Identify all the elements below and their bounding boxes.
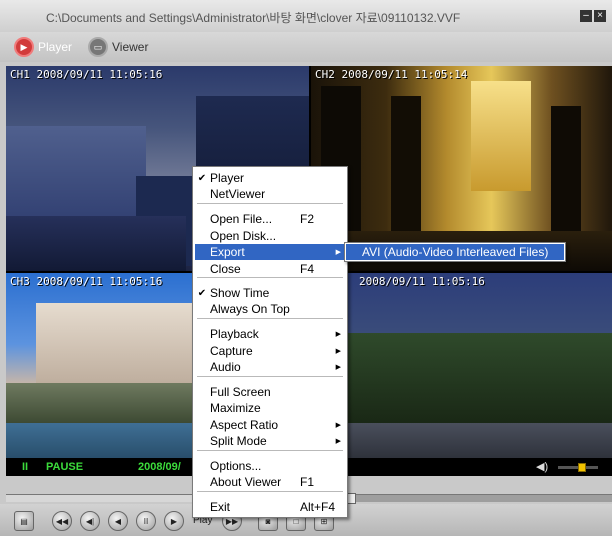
submenu-arrow-icon: ▶ [335, 331, 341, 338]
menu-item-label: Capture [210, 344, 253, 358]
step-back-icon: ◀| [85, 516, 95, 526]
open-folder-button[interactable]: ▤ [14, 511, 34, 531]
menu-item-split-mode[interactable]: Split Mode ▶ [195, 433, 345, 449]
menu-item-full-screen[interactable]: Full Screen [195, 384, 345, 400]
menu-separator [197, 376, 343, 377]
pause-icon: II [143, 516, 149, 526]
submenu-arrow-icon: ▶ [335, 348, 341, 355]
menu-separator [197, 491, 343, 492]
playback-state: PAUSE [46, 461, 84, 473]
menu-separator [197, 450, 343, 451]
minimize-button[interactable]: – [580, 10, 592, 22]
camera-label-4: 2008/09/11 11:05:16 [359, 275, 485, 288]
camera-label-2: CH2 2008/09/11 11:05:14 [315, 68, 468, 81]
checkmark-icon: ✔ [197, 172, 207, 184]
play-reverse-button[interactable]: ◀ [108, 511, 128, 531]
menu-item-options[interactable]: Options... [195, 458, 345, 474]
menu-item-audio[interactable]: Audio ▶ [195, 359, 345, 375]
menu-item-about-viewer[interactable]: About Viewer F1 [195, 474, 345, 490]
menu-item-label: Open File... [210, 212, 273, 226]
folder-icon: ▤ [20, 516, 28, 526]
menu-item-always-on-top[interactable]: Always On Top [195, 301, 345, 317]
trees [311, 333, 612, 433]
menu-item-label: Close [210, 262, 241, 276]
camera-tile-2[interactable]: CH2 2008/09/11 11:05:14 [311, 66, 612, 271]
menu-item-label: Player [210, 171, 245, 185]
menu-item-open-disk[interactable]: Open Disk... [195, 228, 345, 244]
window-title: C:\Documents and Settings\Administrator\… [46, 11, 461, 25]
rewind-button[interactable]: ◀◀ [52, 511, 72, 531]
menu-item-label: Always On Top [210, 302, 290, 316]
menu-item-player[interactable]: ✔ Player [195, 170, 345, 186]
menu-item-shortcut: Alt+F4 [300, 500, 336, 514]
title-bar: C:\Documents and Settings\Administrator\… [0, 0, 612, 32]
submenu-arrow-icon: ▶ [335, 364, 341, 371]
menu-item-label: Split Mode [210, 434, 267, 448]
submenu-arrow-icon: ▶ [335, 422, 341, 429]
menu-item-label: Maximize [210, 401, 261, 415]
lit-facade [471, 81, 531, 191]
play-button[interactable]: ▶ [164, 511, 184, 531]
menu-item-open-file[interactable]: Open File... F2 [195, 211, 345, 227]
pause-status-icon: II [22, 461, 29, 473]
pause-button[interactable]: II [136, 511, 156, 531]
viewer-mode-button[interactable]: ▭ Viewer [88, 36, 148, 58]
menu-item-label: About Viewer [210, 475, 282, 489]
menu-item-export-avi[interactable]: AVI (Audio-Video Interleaved Files) [346, 244, 564, 260]
menu-separator [197, 277, 343, 278]
menu-item-label: Exit [210, 500, 231, 514]
menu-item-label: Show Time [210, 286, 270, 300]
menu-item-close[interactable]: Close F4 [195, 261, 345, 277]
menu-item-capture[interactable]: Capture ▶ [195, 343, 345, 359]
menu-item-label: Playback [210, 327, 259, 341]
mode-bar: ▶ Player ▭ Viewer [0, 32, 612, 62]
step-back-button[interactable]: ◀| [80, 511, 100, 531]
context-menu: ✔ Player NetViewer Open File... F2 Open Disk.… [192, 166, 348, 518]
menu-item-netviewer[interactable]: NetViewer [195, 186, 345, 202]
menu-item-aspect-ratio[interactable]: Aspect Ratio ▶ [195, 417, 345, 433]
status-time: 2008/09/ [138, 461, 181, 473]
export-submenu: AVI (Audio-Video Interleaved Files) [344, 242, 566, 262]
menu-item-playback[interactable]: Playback ▶ [195, 326, 345, 342]
volume-knob[interactable] [578, 463, 586, 472]
player-mode-button[interactable]: ▶ Player [14, 36, 72, 58]
submenu-arrow-icon: ▶ [335, 438, 341, 445]
monitor-icon: ▭ [88, 37, 108, 57]
menu-separator [197, 203, 343, 204]
menu-item-export[interactable]: Export ▶ [195, 244, 345, 260]
player-mode-label: Player [38, 40, 73, 54]
menu-separator [197, 318, 343, 319]
rewind-icon: ◀◀ [55, 516, 69, 526]
volume-slider[interactable] [558, 463, 598, 472]
menu-item-label: AVI (Audio-Video Interleaved Files) [362, 245, 549, 259]
speaker-icon: ◀) [536, 461, 549, 473]
menu-item-label: Aspect Ratio [210, 418, 279, 432]
play-icon: ▶ [170, 516, 178, 526]
window-buttons: – × [580, 10, 606, 22]
menu-item-shortcut: F2 [300, 212, 315, 226]
menu-item-label: Audio [210, 360, 241, 374]
reverse-icon: ◀ [114, 516, 122, 526]
menu-item-label: NetViewer [210, 187, 266, 201]
menu-item-label: Options... [210, 459, 262, 473]
camera-label-3: CH3 2008/09/11 11:05:16 [10, 275, 163, 288]
menu-item-shortcut: F1 [300, 475, 315, 489]
camera-tile-4[interactable]: 2008/09/11 11:05:16 [311, 273, 612, 476]
water [6, 216, 186, 271]
close-button[interactable]: × [594, 10, 606, 22]
play-icon: ▶ [14, 37, 34, 57]
submenu-arrow-icon: ▶ [335, 249, 341, 256]
menu-item-shortcut: F4 [300, 262, 315, 276]
menu-item-exit[interactable]: Exit Alt+F4 [195, 499, 345, 515]
menu-item-show-time[interactable]: ✔ Show Time [195, 285, 345, 301]
menu-item-label: Full Screen [210, 385, 271, 399]
checkmark-icon: ✔ [197, 287, 207, 299]
camera-label-1: CH1 2008/09/11 11:05:16 [10, 68, 163, 81]
menu-item-label: Export [210, 245, 245, 259]
viewer-mode-label: Viewer [112, 40, 149, 54]
menu-item-label: Open Disk... [210, 229, 277, 243]
menu-item-maximize[interactable]: Maximize [195, 400, 345, 416]
